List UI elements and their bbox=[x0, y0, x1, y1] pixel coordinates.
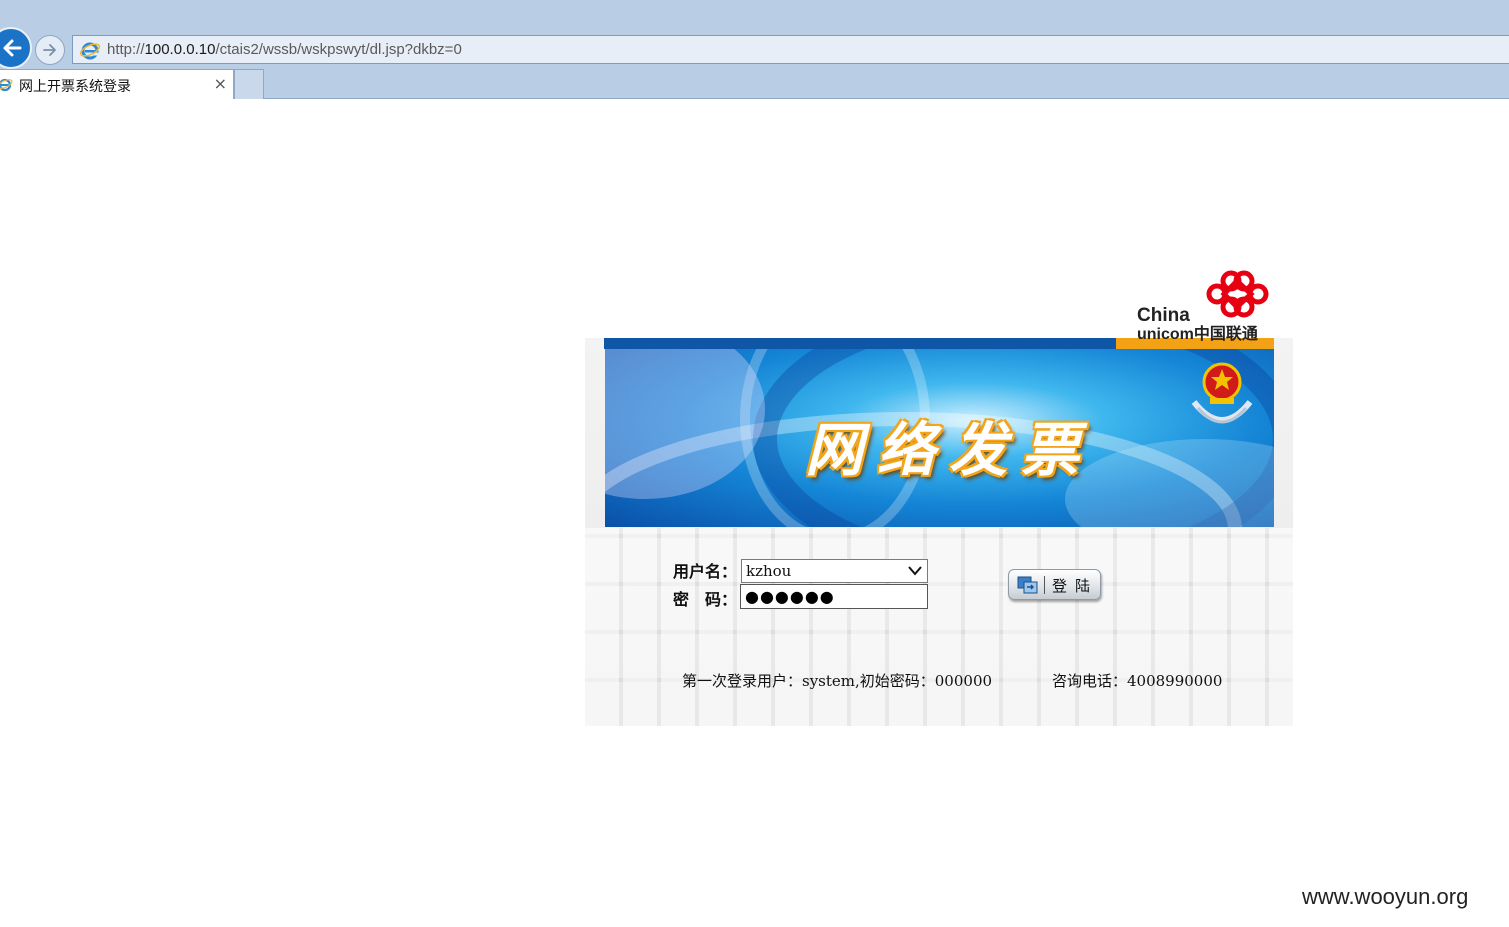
watermark: www.wooyun.org bbox=[1302, 884, 1469, 909]
close-tab-icon[interactable]: × bbox=[214, 74, 227, 93]
url-host: 100.0.0.10 bbox=[144, 41, 216, 58]
url-prefix: http:// bbox=[107, 41, 145, 58]
first-login-note: 第一次登录用户：system,初始密码：000000 bbox=[682, 672, 993, 690]
password-field[interactable]: ●●●●●● bbox=[740, 584, 928, 609]
username-value: kzhou bbox=[746, 562, 792, 580]
username-label: 用户名： bbox=[673, 562, 738, 581]
tax-bureau-emblem-icon bbox=[1191, 362, 1253, 424]
internet-explorer-icon bbox=[79, 42, 101, 60]
browser-titlebar bbox=[0, 0, 1509, 36]
header-stripe-blue bbox=[604, 338, 1116, 349]
unicom-brand-full: unicom中国联通 bbox=[1137, 326, 1258, 343]
username-select[interactable]: kzhou bbox=[741, 559, 928, 583]
banner-title: 网络发票 bbox=[805, 416, 1094, 484]
button-separator bbox=[1044, 576, 1045, 594]
forward-arrow-icon bbox=[43, 44, 56, 56]
tab-strip: 网上开票系统登录 × bbox=[0, 66, 1509, 99]
login-button[interactable]: 登陆 bbox=[1008, 569, 1101, 600]
password-value: ●●●●●● bbox=[745, 587, 835, 606]
password-label: 密 码： bbox=[673, 590, 738, 609]
tab-title: 网上开票系统登录 bbox=[19, 79, 131, 95]
url-text: http://100.0.0.10/ctais2/wssb/wskpswyt/d… bbox=[107, 41, 462, 58]
tab-active[interactable]: 网上开票系统登录 × bbox=[0, 69, 234, 99]
hotline-note: 咨询电话：4008990000 bbox=[1052, 672, 1223, 690]
url-path: /ctais2/wssb/wskpswyt/dl.jsp?dkbz=0 bbox=[215, 41, 462, 58]
chevron-down-icon bbox=[908, 566, 922, 576]
login-icon bbox=[1017, 576, 1038, 594]
back-arrow-icon bbox=[3, 39, 22, 57]
forward-button[interactable] bbox=[35, 35, 65, 65]
address-bar[interactable]: http://100.0.0.10/ctais2/wssb/wskpswyt/d… bbox=[72, 35, 1509, 64]
new-tab-button[interactable] bbox=[234, 69, 264, 99]
login-button-label: 登陆 bbox=[1052, 577, 1099, 595]
internet-explorer-icon bbox=[0, 78, 13, 92]
